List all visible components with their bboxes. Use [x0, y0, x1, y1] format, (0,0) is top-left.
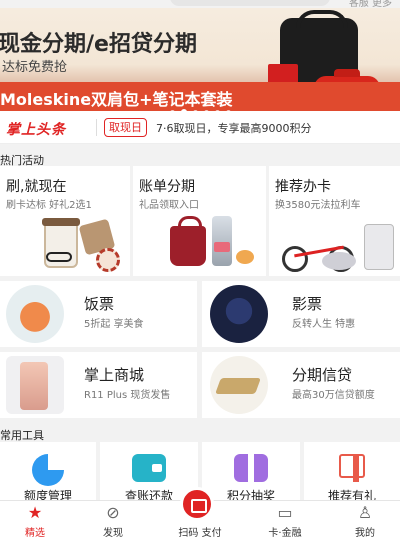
card-subtitle: 刷卡达标 好礼2选1 [6, 200, 92, 211]
tile-subtitle: 5折起 享美食 [84, 319, 144, 330]
hot-activities: 刷,就现在 刷卡达标 好礼2选1 账单分期 礼品领取入口 推荐办卡 换3580元… [0, 166, 400, 276]
robot-vacuum-image [322, 252, 356, 270]
app-home: 客服 更多 现金分期/e招贷分期 达标免费抢 Moleskine双肩包+笔记本套… [0, 0, 400, 538]
tile-movie-ticket[interactable]: 影票 反转人生 特惠 [202, 281, 400, 347]
fruit-image [236, 250, 254, 264]
nav-label: 卡·金融 [268, 528, 302, 538]
tool-credit-limit[interactable]: 额度管理 [0, 442, 96, 504]
tile-title: 饭票 [84, 295, 115, 313]
divider [96, 119, 97, 136]
nav-mine[interactable]: ♙ 我的 [330, 501, 400, 538]
card-icon: ▭ [277, 503, 293, 522]
blender-image [212, 216, 232, 266]
headline-logo: 掌上头条 [6, 122, 66, 138]
nav-label: 发现 [103, 528, 123, 538]
card-title: 刷,就现在 [6, 179, 67, 195]
movie-icon [210, 285, 268, 343]
tile-food-voucher[interactable]: 饭票 5折起 享美食 [0, 281, 197, 347]
news-headline[interactable]: 掌上头条 取现日 7·6取现日，专享最高9000积分 [0, 111, 400, 144]
tool-referral[interactable]: 推荐有礼 [304, 442, 400, 504]
tile-subtitle: 反转人生 特惠 [292, 319, 356, 330]
user-icon: ♙ [357, 503, 373, 522]
food-icon [6, 285, 64, 343]
banner-title: 现金分期/e招贷分期 [0, 32, 197, 57]
tile-title: 分期信贷 [292, 366, 353, 384]
phone-icon [6, 356, 64, 414]
hot-card-swipe[interactable]: 刷,就现在 刷卡达标 好礼2选1 [0, 166, 130, 276]
wheel [282, 246, 308, 272]
nav-scan-pay[interactable]: 扫码 支付 [165, 520, 235, 538]
tile-subtitle: 最高30万信贷额度 [292, 390, 375, 401]
tile-subtitle: R11 Plus 现货发售 [84, 390, 171, 401]
card-subtitle: 礼品领取入口 [139, 200, 199, 211]
gift-box-icon [234, 454, 268, 482]
compass-icon: ⊘ [106, 503, 120, 522]
promo-banner[interactable]: 现金分期/e招贷分期 达标免费抢 Moleskine双肩包+笔记本套装 [0, 8, 400, 111]
tools-section-title: 常用工具 [0, 429, 44, 442]
card-title: 推荐办卡 [275, 179, 331, 195]
tile-title: 掌上商城 [84, 366, 145, 384]
nav-label: 扫码 支付 [178, 528, 222, 538]
headline-tag: 取现日 [104, 118, 147, 137]
nav-label: 我的 [355, 528, 375, 538]
suitcase-image [364, 224, 394, 270]
nav-label: 精选 [25, 528, 45, 538]
banner-subtitle: 达标免费抢 [2, 60, 68, 75]
scan-icon[interactable] [180, 487, 214, 521]
nav-card-finance[interactable]: ▭ 卡·金融 [250, 501, 320, 538]
nav-featured[interactable]: ★ 精选 [0, 501, 70, 538]
wallet-icon [132, 454, 166, 482]
pie-chart-icon [32, 454, 64, 486]
3d-glasses-image [46, 252, 72, 262]
handbag-image [170, 216, 206, 266]
tile-credit-loan[interactable]: 分期信贷 最高30万信贷额度 [202, 352, 400, 418]
gold-icon [210, 356, 268, 414]
film-reel-image [96, 248, 120, 272]
nav-discover[interactable]: ⊘ 发现 [78, 501, 148, 538]
present-icon [339, 454, 365, 482]
tile-mall[interactable]: 掌上商城 R11 Plus 现货发售 [0, 352, 197, 418]
top-search-bar: 客服 更多 [0, 0, 400, 9]
star-icon: ★ [27, 503, 43, 522]
tool-points-lottery[interactable]: 积分抽奖 [202, 442, 300, 504]
bottom-nav: ★ 精选 ⊘ 发现 扫码 支付 ▭ 卡·金融 ♙ 我的 [0, 487, 400, 538]
card-title: 账单分期 [139, 179, 195, 195]
card-subtitle: 换3580元法拉利车 [275, 200, 361, 211]
banner-pager [0, 100, 400, 111]
headline-text: 7·6取现日，专享最高9000积分 [156, 122, 312, 135]
search-input[interactable] [170, 0, 330, 6]
tile-title: 影票 [292, 295, 323, 313]
